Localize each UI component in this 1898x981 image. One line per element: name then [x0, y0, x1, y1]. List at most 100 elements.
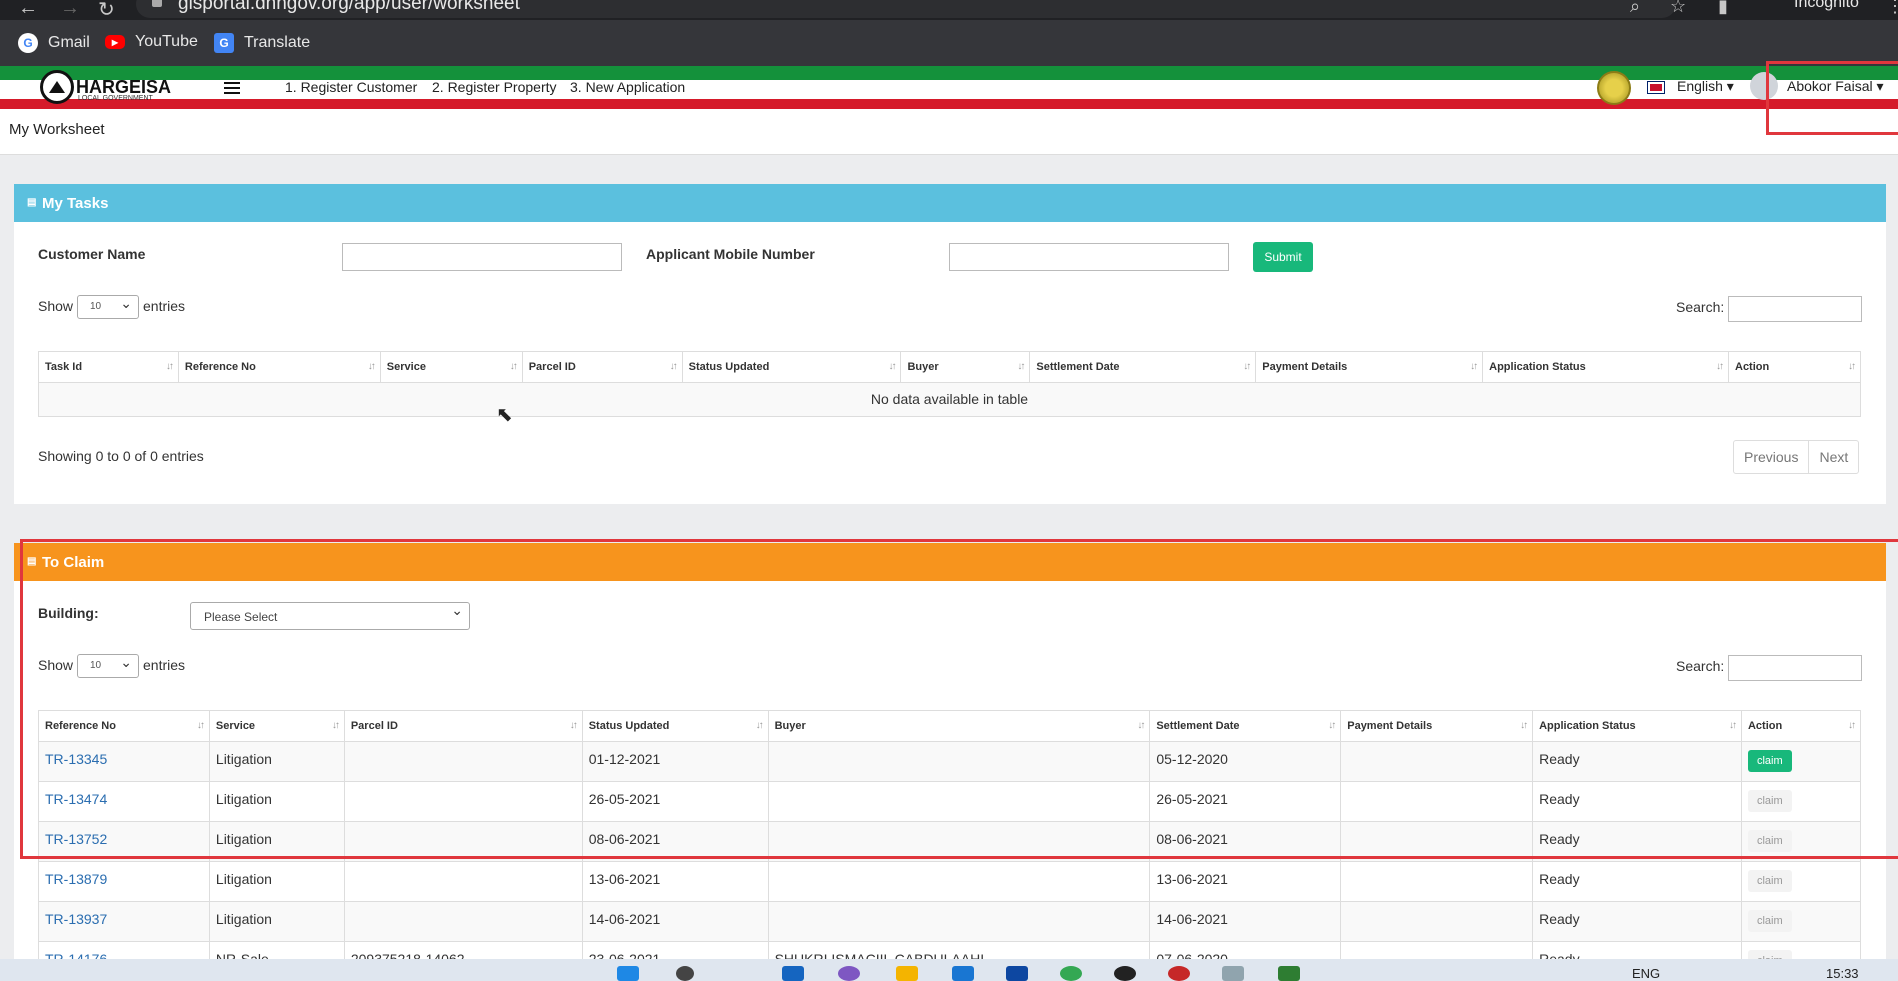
status-updated-cell: 14-06-2021: [581, 901, 769, 942]
lock-icon: [152, 0, 162, 7]
teams-icon[interactable]: [838, 966, 860, 981]
entries-label: entries: [143, 298, 186, 314]
bookmark-label: Translate: [244, 34, 311, 51]
government-emblem-icon: [1597, 71, 1631, 105]
empty-table-message: No data available in table: [38, 382, 1861, 417]
back-icon[interactable]: ←: [18, 0, 38, 20]
my-tasks-table: Task Id ↓↑ Reference No ↓↑ Service ↓↑ Parce…: [38, 351, 1861, 417]
store-icon[interactable]: [952, 966, 974, 981]
next-button[interactable]: Next: [1808, 441, 1858, 473]
page-title: My Worksheet: [9, 121, 105, 138]
mouse-cursor-icon: ⬉: [496, 404, 513, 426]
reload-icon[interactable]: ↻: [98, 0, 115, 22]
parcel-cell: [343, 901, 583, 942]
previous-button[interactable]: Previous: [1734, 441, 1808, 473]
my-tasks-panel: ▤ My Tasks Customer Name Applicant Mobil…: [14, 184, 1886, 504]
app-status-cell: Ready: [1532, 901, 1742, 942]
page-size-select[interactable]: 10: [77, 295, 139, 319]
table-row: TR-13879 Litigation 13-06-2021 13-06-202…: [38, 861, 1862, 902]
hamburger-menu-icon[interactable]: [224, 82, 240, 94]
uk-flag-icon: [1647, 81, 1665, 94]
payment-cell: [1340, 861, 1534, 902]
search-input[interactable]: [1728, 296, 1862, 322]
customer-name-input[interactable]: [342, 243, 622, 271]
column-header[interactable]: Payment Details ↓↑: [1255, 351, 1484, 383]
reference-link[interactable]: TR-13937: [45, 911, 107, 927]
user-menu-highlight: [1766, 61, 1898, 135]
customer-name-label: Customer Name: [38, 246, 146, 262]
clock[interactable]: 15:33: [1826, 966, 1859, 981]
show-label: Show: [38, 298, 74, 314]
browser-app-icon[interactable]: [1114, 966, 1136, 981]
page-size-value: 10: [90, 301, 102, 312]
submit-button[interactable]: Submit: [1253, 242, 1313, 272]
mail-icon[interactable]: [1006, 966, 1028, 981]
mobile-number-label: Applicant Mobile Number: [646, 246, 815, 262]
pagination: Previous Next: [1733, 440, 1860, 474]
nav-register-property[interactable]: 2. Register Property: [432, 79, 557, 95]
column-header[interactable]: Status Updated ↓↑: [681, 351, 902, 383]
table-info: Showing 0 to 0 of 0 entries: [38, 448, 204, 464]
forward-icon[interactable]: →: [60, 0, 80, 20]
url-text[interactable]: gisportal.dhhgov.org/app/user/worksheet: [178, 0, 520, 15]
parcel-cell: [343, 861, 583, 902]
my-tasks-title: My Tasks: [42, 195, 109, 212]
language-dropdown[interactable]: English ▾: [1677, 78, 1734, 95]
buyer-cell: [767, 901, 1151, 942]
column-header[interactable]: Parcel ID ↓↑: [521, 351, 683, 383]
bookmark-youtube[interactable]: ▶ YouTube: [105, 33, 198, 51]
file-explorer-icon[interactable]: [896, 966, 918, 981]
browser-toolbar: ← → ↻ gisportal.dhhgov.org/app/user/work…: [0, 0, 1898, 22]
bookmark-translate[interactable]: G Translate: [214, 33, 310, 53]
menu-icon[interactable]: ⋮: [1886, 0, 1898, 17]
zoom-icon[interactable]: ⌕: [1630, 0, 1640, 17]
whatsapp-icon[interactable]: [1060, 966, 1082, 981]
reference-link[interactable]: TR-13879: [45, 871, 107, 887]
status-updated-cell: 13-06-2021: [581, 861, 769, 902]
column-header[interactable]: Reference No ↓↑: [177, 351, 381, 383]
logo-subtitle: LOCAL GOVERNMENT: [78, 95, 153, 102]
claim-button[interactable]: claim: [1747, 910, 1792, 932]
claim-button[interactable]: claim: [1747, 870, 1792, 892]
sidepanel-icon[interactable]: ▮: [1718, 0, 1728, 17]
bookmark-gmail[interactable]: G Gmail: [18, 33, 90, 53]
service-cell: Litigation: [208, 901, 345, 942]
settlement-cell: 13-06-2021: [1149, 861, 1342, 902]
column-header[interactable]: Settlement Date ↓↑: [1029, 351, 1257, 383]
notepad-icon[interactable]: [1222, 966, 1244, 981]
column-header[interactable]: Application Status ↓↑: [1482, 351, 1729, 383]
column-header[interactable]: Action ↓↑: [1728, 351, 1861, 383]
briefcase-icon: ▤: [27, 197, 37, 208]
column-header[interactable]: Task Id ↓↑: [38, 351, 179, 383]
column-header[interactable]: Buyer ↓↑: [900, 351, 1031, 383]
translate-icon: G: [214, 33, 234, 53]
service-cell: Litigation: [208, 861, 345, 902]
bookmark-star-icon[interactable]: ☆: [1670, 0, 1686, 17]
chrome-icon[interactable]: [1168, 966, 1190, 981]
excel-icon[interactable]: [1278, 966, 1300, 981]
my-tasks-header: ▤ My Tasks: [14, 184, 1886, 222]
app-status-cell: Ready: [1532, 861, 1742, 902]
search-label: Search:: [1676, 299, 1725, 315]
column-header[interactable]: Service ↓↑: [379, 351, 523, 383]
bookmark-label: YouTube: [135, 33, 198, 50]
to-claim-highlight: [20, 539, 1898, 859]
table-row: TR-13937 Litigation 14-06-2021 14-06-202…: [38, 901, 1862, 942]
buyer-cell: [767, 861, 1151, 902]
bookmark-label: Gmail: [48, 34, 90, 51]
google-icon: G: [18, 33, 38, 53]
bookmarks-bar: G Gmail ▶ YouTube G Translate: [0, 20, 1898, 66]
settlement-cell: 14-06-2021: [1149, 901, 1342, 942]
windows-start-icon[interactable]: [617, 966, 639, 981]
taskbar: ENG 15:33: [0, 959, 1898, 981]
nav-register-customer[interactable]: 1. Register Customer: [285, 79, 417, 95]
payment-cell: [1340, 901, 1534, 942]
mobile-number-input[interactable]: [949, 243, 1229, 271]
nav-new-application[interactable]: 3. New Application: [570, 79, 685, 95]
youtube-icon: ▶: [105, 35, 125, 49]
search-icon[interactable]: [676, 966, 694, 981]
widgets-icon[interactable]: [782, 966, 804, 981]
language-indicator[interactable]: ENG: [1632, 966, 1660, 981]
breadcrumb: [0, 109, 1898, 155]
incognito-label[interactable]: Incognito: [1794, 0, 1859, 12]
